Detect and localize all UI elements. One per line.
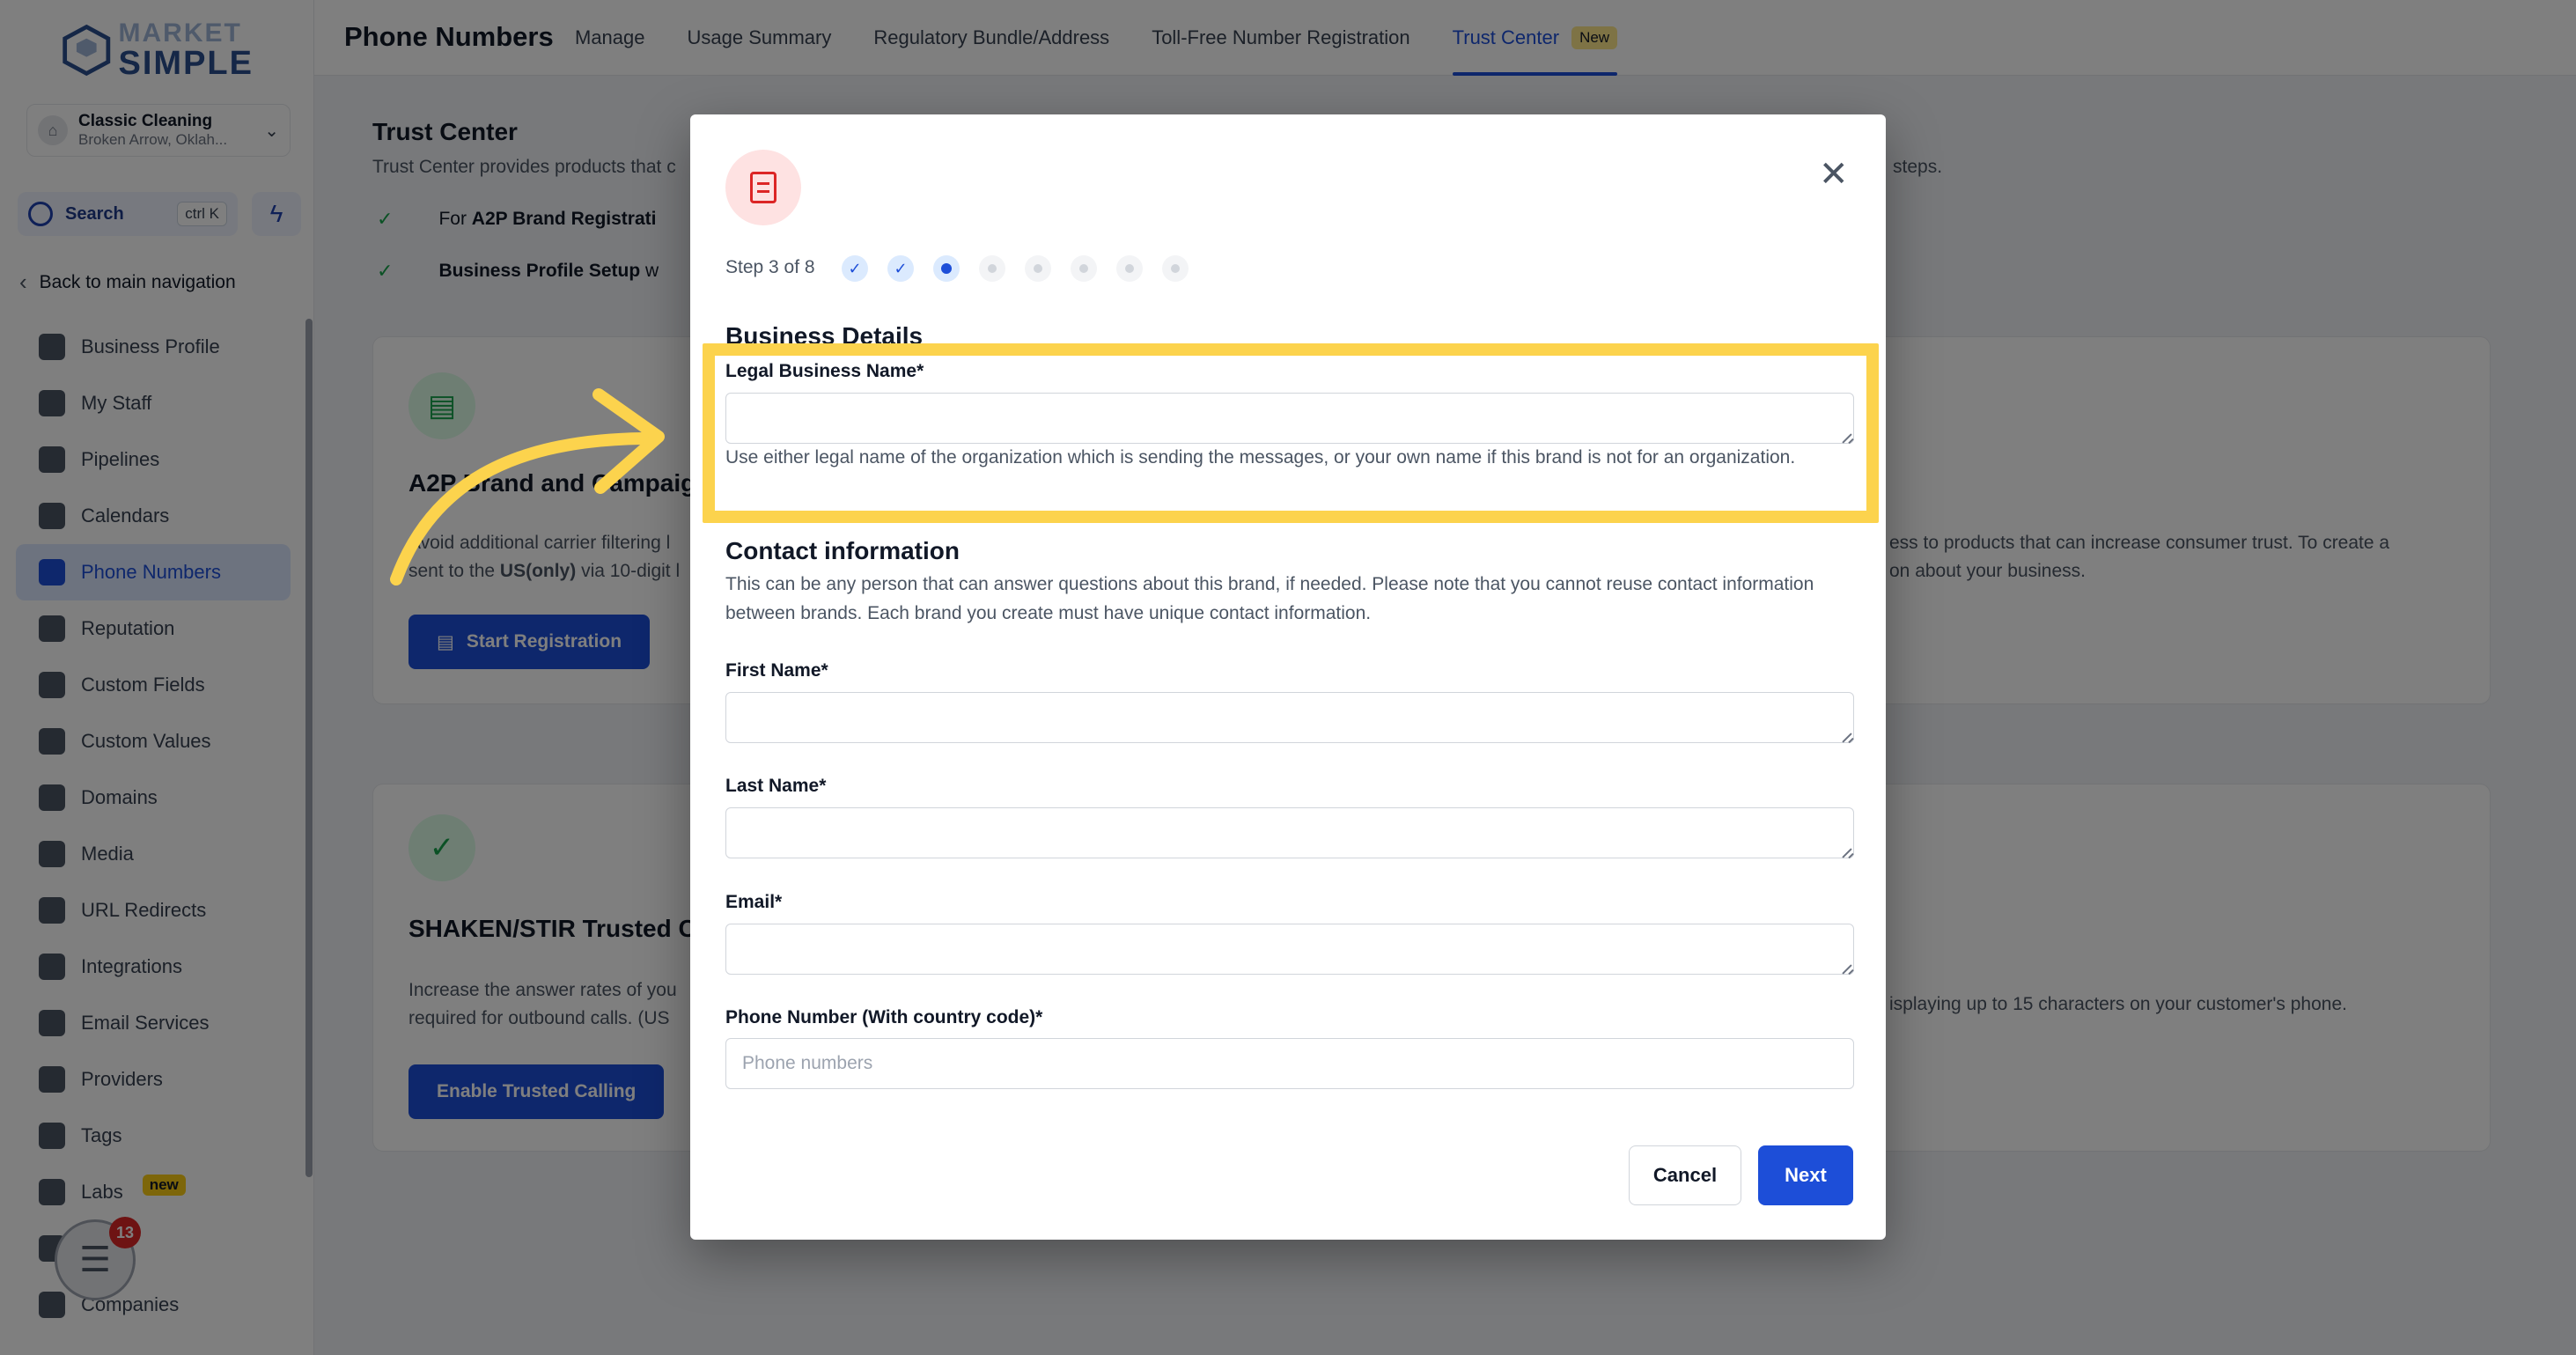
pointer-arrow-icon — [390, 388, 665, 585]
next-button[interactable]: Next — [1758, 1145, 1853, 1205]
first-name-label: First Name* — [725, 660, 828, 681]
step-dot-completed: ✓ — [887, 255, 914, 282]
cancel-button[interactable]: Cancel — [1629, 1145, 1741, 1205]
step-dot-current — [933, 255, 960, 282]
resize-handle-icon[interactable] — [1841, 962, 1853, 975]
step-dot-pending — [1162, 255, 1189, 282]
email-input[interactable] — [725, 924, 1854, 975]
last-name-label: Last Name* — [725, 776, 827, 796]
close-icon[interactable]: ✕ — [1819, 157, 1849, 192]
step-label: Step 3 of 8 — [725, 257, 815, 277]
first-name-input[interactable] — [725, 692, 1854, 743]
email-label: Email* — [725, 892, 783, 912]
last-name-input[interactable] — [725, 807, 1854, 858]
document-icon — [725, 150, 801, 225]
phone-number-input[interactable] — [725, 1038, 1854, 1089]
resize-handle-icon[interactable] — [1841, 846, 1853, 858]
step-dot-pending — [1071, 255, 1097, 282]
resize-handle-icon[interactable] — [1841, 731, 1853, 743]
contact-information-heading: Contact information — [725, 537, 960, 564]
step-dot-pending — [979, 255, 1005, 282]
step-dot-pending — [1116, 255, 1143, 282]
highlight-box — [703, 343, 1879, 523]
step-dot-completed: ✓ — [842, 255, 868, 282]
phone-number-label: Phone Number (With country code)* — [725, 1007, 1043, 1027]
contact-information-help: This can be any person that can answer q… — [725, 574, 1814, 623]
step-dot-pending — [1025, 255, 1051, 282]
step-indicator: ✓ ✓ — [842, 255, 1189, 282]
business-details-modal: ✕ Step 3 of 8 ✓ ✓ Business Details Legal … — [690, 114, 1886, 1240]
